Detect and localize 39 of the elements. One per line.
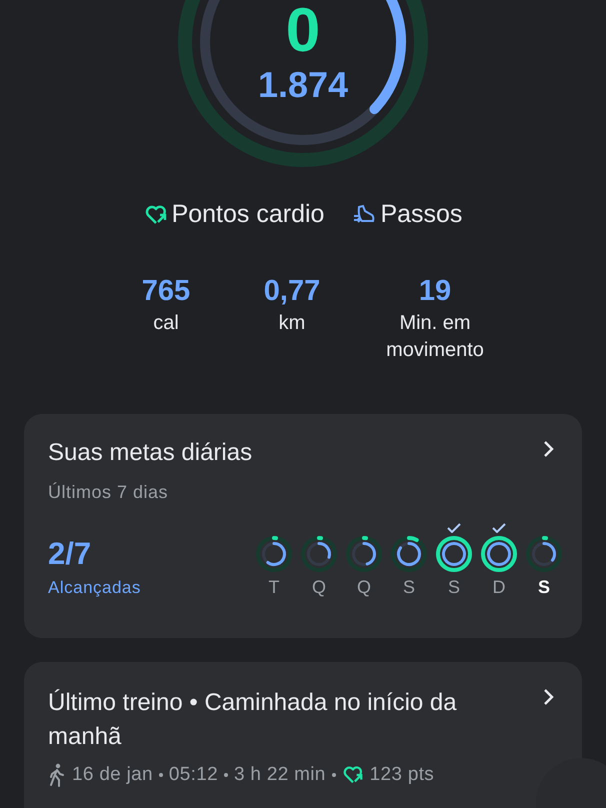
day-label: S [448,576,460,598]
day-label: Q [356,576,371,598]
workout-points: 123 pts [370,764,434,786]
day-label: S [402,576,415,598]
day-label: Q [312,576,326,598]
day-ring-icon [435,534,473,573]
day-label: T [268,576,280,598]
chevron-right-icon[interactable] [542,440,556,458]
workout-duration: 3 h 22 min [234,764,326,786]
walking-person-icon [48,763,66,788]
stat-label: Min. em movimento [385,311,485,363]
heart-icon [144,202,168,226]
daily-goals-card[interactable]: Suas metas diárias Últimos 7 dias 2/7 Alcançadas T Q Q S S D S [24,414,582,638]
chevron-right-icon[interactable] [542,688,556,706]
day-ring-icon [480,534,518,573]
day-label: D [492,576,506,598]
steps-value: 1.874 [258,64,348,106]
day-ring-icon [300,534,338,573]
legend-label: Passos [380,200,462,229]
legend-label: Pontos cardio [172,200,324,229]
workout-time: 05:12 [168,764,218,786]
stat-value: 0,77 [264,275,320,308]
stat-label: km [278,311,306,336]
goals-count: 2/7 [48,536,92,572]
workout-date: 16 de jan [72,764,153,786]
stat-value: 19 [418,275,452,308]
card-title: Último treino • Caminhada no início da manhã [48,688,458,752]
card-subtitle: Últimos 7 dias [48,482,170,503]
card-title: Suas metas diárias [48,438,254,468]
stat-label: cal [153,311,179,336]
goals-count-label: Alcançadas [48,578,141,598]
stat-value: 765 [142,275,190,308]
last-workout-card[interactable]: Último treino • Caminhada no início da manhã 16 de jan 05:12 3 h 22 min 123 pts [24,662,582,808]
cardio-points-value: 0 [286,0,320,62]
day-ring-icon [345,534,383,573]
day-ring-icon [525,534,563,573]
day-label: S [538,576,550,598]
day-ring-icon [390,534,428,573]
day-ring-icon [255,534,293,573]
